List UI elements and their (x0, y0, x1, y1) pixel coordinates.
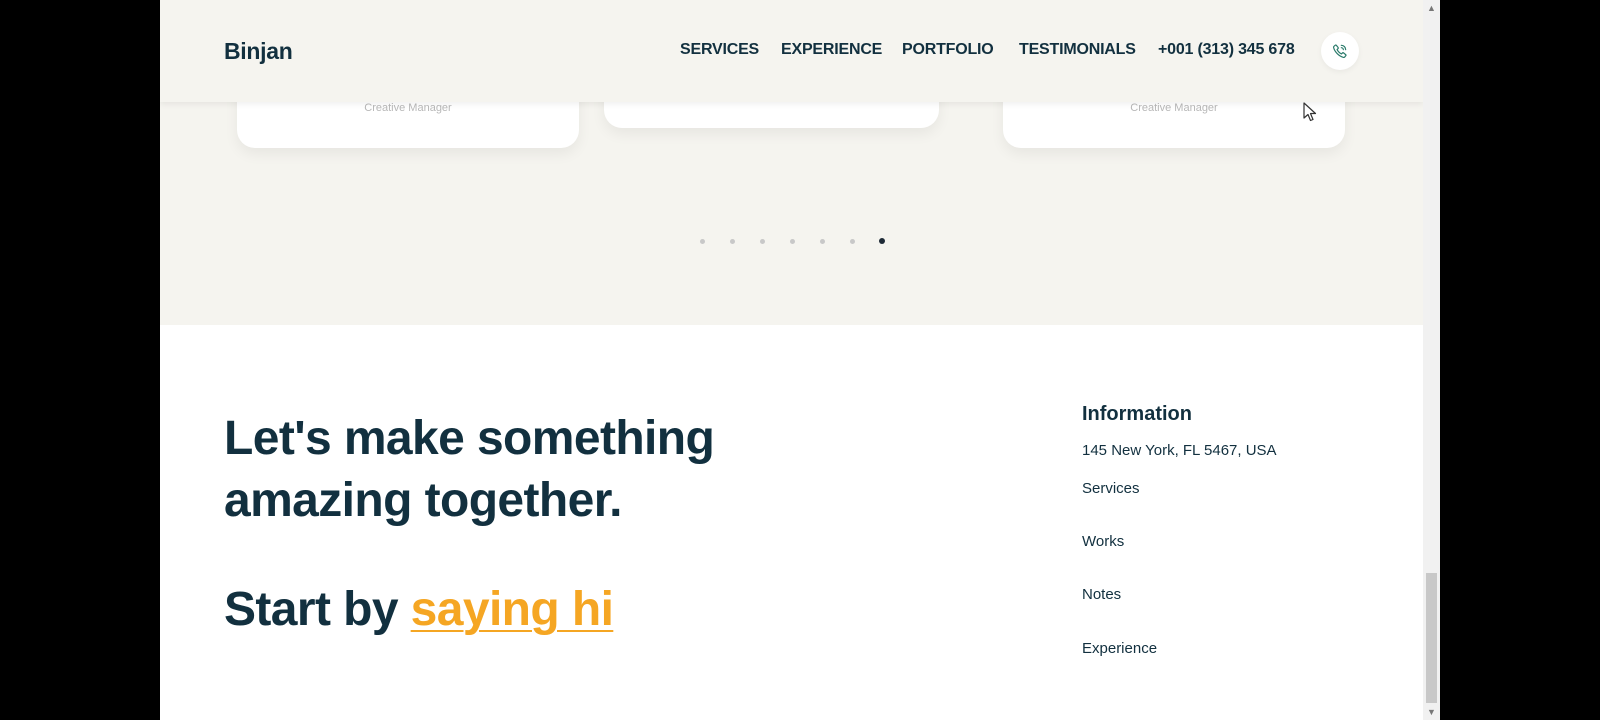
call-button[interactable] (1321, 32, 1359, 70)
scrollbar-thumb[interactable] (1426, 573, 1437, 703)
footer-link-experience[interactable]: Experience (1082, 640, 1157, 657)
scroll-down-arrow-icon[interactable]: ▼ (1423, 704, 1440, 720)
page-content: Creative Manager Creative Manager Binjan… (160, 0, 1423, 720)
pagination-dot[interactable] (850, 239, 855, 244)
phone-number-link[interactable]: +001 (313) 345 678 (1158, 41, 1295, 59)
nav-portfolio[interactable]: PORTFOLIO (902, 41, 994, 59)
nav-experience[interactable]: EXPERIENCE (781, 41, 882, 59)
testimonial-role: Creative Manager (364, 102, 452, 114)
mouse-cursor-icon (1303, 102, 1317, 122)
pagination-dot[interactable] (790, 239, 795, 244)
cta-prefix: Start by (224, 583, 411, 636)
footer-link-notes[interactable]: Notes (1082, 586, 1121, 603)
contact-headline: Let's make something amazing together. (224, 408, 715, 532)
headline-line-1: Let's make something (224, 412, 715, 465)
site-header: Binjan SERVICES EXPERIENCE PORTFOLIO TES… (160, 0, 1423, 102)
saying-hi-link[interactable]: saying hi (411, 583, 614, 636)
pagination-dot[interactable] (700, 239, 705, 244)
scroll-up-arrow-icon[interactable]: ▲ (1423, 0, 1440, 16)
contact-section: Let's make something amazing together. S… (160, 325, 1423, 720)
information-title: Information (1082, 403, 1192, 425)
information-address: 145 New York, FL 5467, USA (1082, 442, 1277, 459)
nav-services[interactable]: SERVICES (680, 41, 759, 59)
headline-line-2: amazing together. (224, 474, 622, 527)
contact-cta: Start by saying hi (224, 582, 614, 637)
browser-viewport: Creative Manager Creative Manager Binjan… (160, 0, 1423, 720)
pagination-dot-active[interactable] (879, 238, 885, 244)
logo[interactable]: Binjan (224, 38, 293, 65)
pagination-dot[interactable] (730, 239, 735, 244)
pagination-dot[interactable] (820, 239, 825, 244)
nav-testimonials[interactable]: TESTIMONIALS (1019, 41, 1136, 59)
footer-link-works[interactable]: Works (1082, 533, 1124, 550)
testimonial-role: Creative Manager (1130, 102, 1218, 114)
pagination-dot[interactable] (760, 239, 765, 244)
footer-link-services[interactable]: Services (1082, 480, 1140, 497)
phone-icon (1332, 44, 1347, 59)
vertical-scrollbar[interactable]: ▲ ▼ (1423, 0, 1440, 720)
